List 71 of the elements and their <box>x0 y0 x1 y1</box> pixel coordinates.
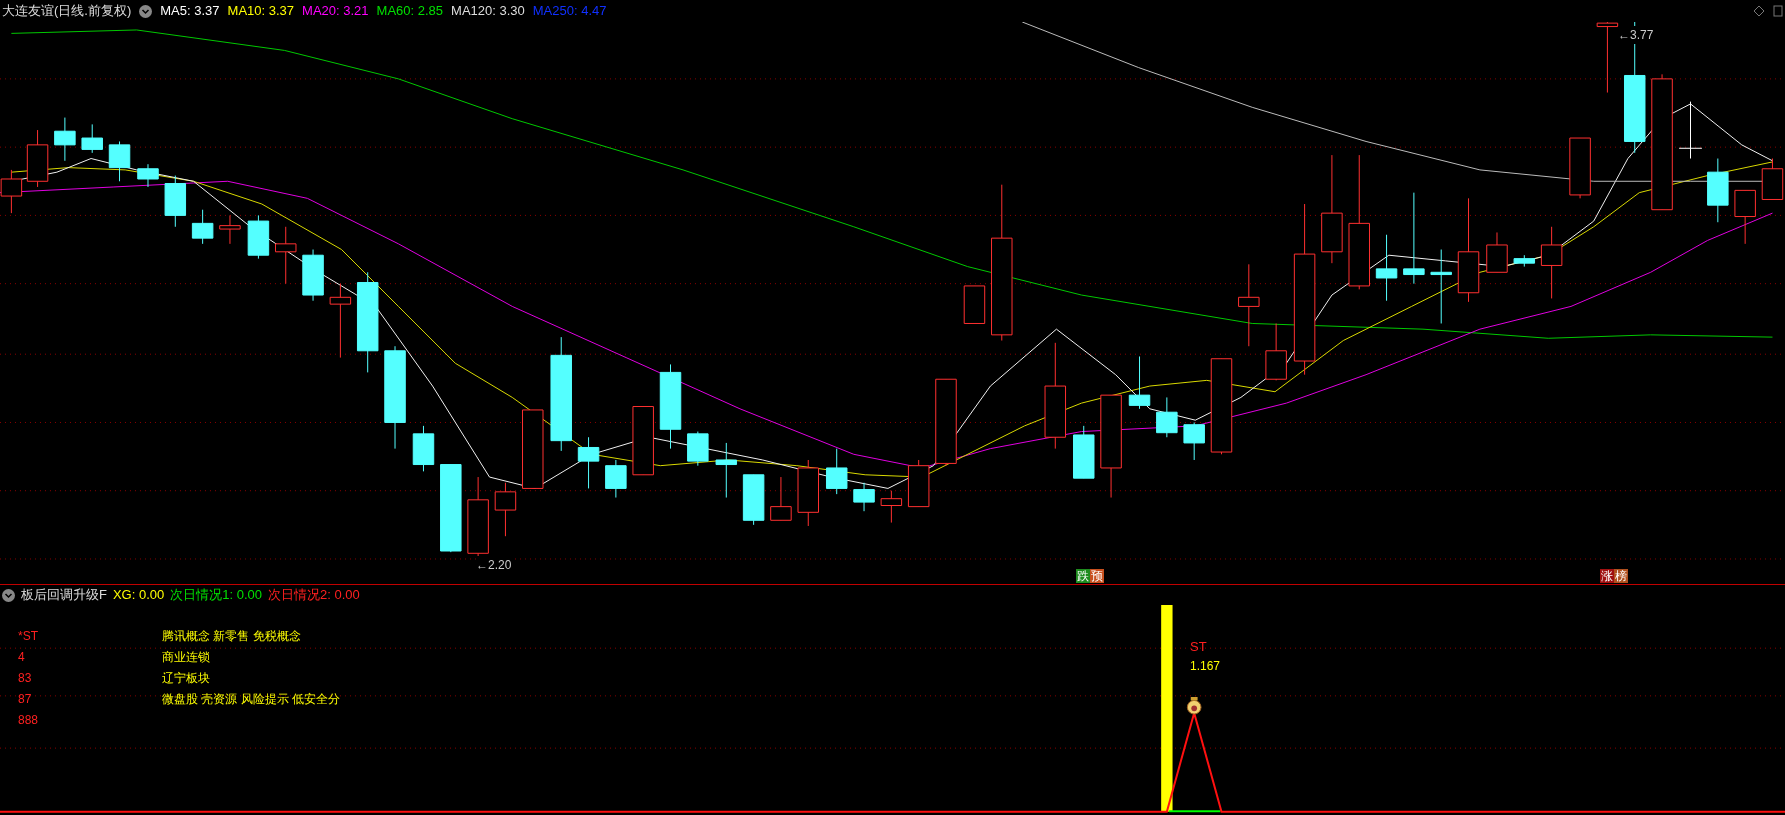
indicator-title: 板后回调升级F <box>21 586 107 605</box>
candlestick <box>797 459 819 527</box>
candlestick <box>577 436 600 489</box>
candlestick <box>1073 425 1095 479</box>
candlestick <box>247 214 270 260</box>
candlestick <box>770 476 792 521</box>
candlestick <box>963 285 986 324</box>
candlestick <box>302 249 324 302</box>
stock-code: 4 <box>17 648 26 666</box>
signal-tag: 涨 <box>1600 569 1614 583</box>
candlestick <box>1156 396 1178 438</box>
stock-code: 888 <box>17 711 40 729</box>
candlestick <box>1265 323 1287 381</box>
candlestick <box>632 406 654 476</box>
candlestick <box>853 482 875 512</box>
annotation-value: 1.167 <box>1190 658 1221 675</box>
candlestick <box>880 490 903 524</box>
candlestick <box>605 459 627 499</box>
candlestick <box>191 209 214 245</box>
moving-average-value: MA10: 3.37 <box>227 2 295 21</box>
moving-average-value: MA5: 3.37 <box>160 2 220 21</box>
signal-tag: 预 <box>1090 569 1104 583</box>
candlestick <box>907 459 930 508</box>
candlestick <box>412 425 435 472</box>
stock-code: 87 <box>17 690 33 708</box>
candlestick <box>137 163 159 188</box>
candlestick <box>1707 158 1729 223</box>
candlestick <box>1734 189 1756 245</box>
annotation-label: ST <box>1190 638 1207 656</box>
moving-average-value: MA20: 3.21 <box>302 2 369 21</box>
concept-list: 腾讯概念 新零售 免税概念 <box>162 626 301 645</box>
dropdown-icon[interactable] <box>2 588 15 602</box>
candlestick <box>1569 137 1591 199</box>
price-label: ←3.77 <box>1618 26 1654 44</box>
candlestick <box>1596 22 1619 94</box>
moving-average-value: MA120: 3.30 <box>451 2 525 21</box>
moving-average-value: MA250: 4.47 <box>532 2 607 21</box>
dropdown-icon[interactable] <box>139 4 153 18</box>
stock-code: *ST <box>17 627 39 645</box>
signal-tag: 榜 <box>1614 569 1628 583</box>
panel-icon[interactable] <box>1773 5 1783 17</box>
indicator-value: 次日情况2: 0.00 <box>268 586 360 605</box>
candlestick <box>26 129 49 188</box>
moving-average-value: MA60: 2.85 <box>376 2 444 21</box>
candlestick <box>219 214 241 245</box>
candlestick <box>687 431 709 467</box>
candlestick <box>275 226 297 285</box>
candlestick <box>54 117 76 162</box>
money-bag-icon <box>1186 697 1202 715</box>
crosshair <box>1678 101 1703 159</box>
concept-list: 微盘股 壳资源 风险提示 低安全分 <box>162 689 340 708</box>
candlestick <box>715 442 738 499</box>
concept-list: 辽宁板块 <box>162 668 210 687</box>
indicator-value: XG: 0.00 <box>112 586 165 605</box>
candlestick <box>825 448 848 495</box>
candlestick <box>1486 231 1508 273</box>
candlestick <box>742 474 765 526</box>
candlestick <box>494 482 517 537</box>
diamond-icon[interactable] <box>1753 5 1765 17</box>
signal-tag: 跌 <box>1076 569 1090 583</box>
concept-list: 商业连锁 <box>162 647 210 666</box>
candlestick <box>81 123 103 154</box>
stock-title: 大连友谊(日线.前复权) <box>2 2 132 21</box>
candlestick <box>1128 355 1151 410</box>
candlestick <box>1513 254 1536 268</box>
indicator-value: 次日情况1: 0.00 <box>170 586 263 605</box>
candlestick <box>164 175 187 228</box>
candlestick <box>1375 234 1398 302</box>
candlestick <box>1183 421 1205 461</box>
stock-code: 83 <box>17 669 33 687</box>
candlestick <box>108 140 131 182</box>
